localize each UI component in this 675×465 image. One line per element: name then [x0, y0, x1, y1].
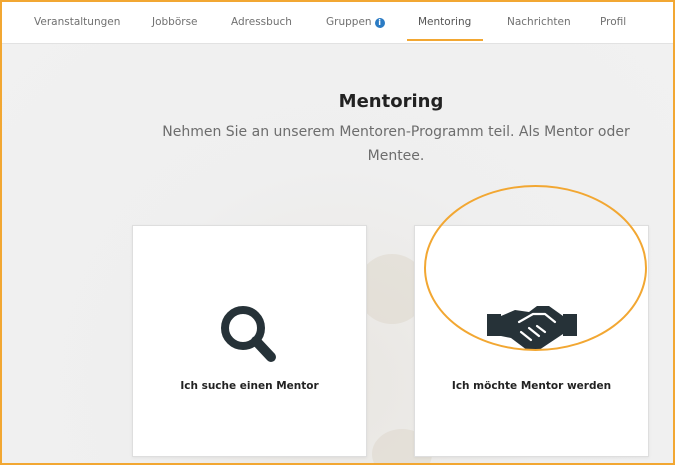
nav-item-mentoring[interactable]: Mentoring	[418, 16, 471, 28]
card-become-mentor-label: Ich möchte Mentor werden	[451, 380, 612, 392]
page-title: Mentoring	[338, 91, 444, 112]
nav-item-gruppen-label: Gruppen	[326, 16, 372, 28]
card-find-mentor-label: Ich suche einen Mentor	[180, 380, 319, 392]
top-nav: Veranstaltungen Jobbörse Adressbuch Grup…	[2, 2, 673, 44]
active-tab-indicator	[407, 39, 483, 41]
handshake-icon	[487, 306, 577, 350]
main-content: Mentoring Nehmen Sie an unserem Mentoren…	[2, 44, 673, 463]
nav-item-veranstaltungen[interactable]: Veranstaltungen	[34, 16, 120, 28]
nav-item-adressbuch[interactable]: Adressbuch	[231, 16, 292, 28]
nav-item-gruppen[interactable]: Gruppen i	[326, 16, 385, 28]
nav-item-nachrichten[interactable]: Nachrichten	[507, 16, 571, 28]
nav-item-jobboerse[interactable]: Jobbörse	[152, 16, 198, 28]
page-subtitle: Nehmen Sie an unserem Mentoren-Programm …	[162, 124, 630, 164]
card-become-mentor[interactable]: Ich möchte Mentor werden	[414, 225, 649, 457]
nav-item-profil[interactable]: Profil	[600, 16, 626, 28]
card-find-mentor[interactable]: Ich suche einen Mentor	[132, 225, 367, 457]
info-circle-icon: i	[374, 18, 385, 28]
app-window: Veranstaltungen Jobbörse Adressbuch Grup…	[0, 0, 675, 465]
search-icon	[221, 306, 276, 362]
